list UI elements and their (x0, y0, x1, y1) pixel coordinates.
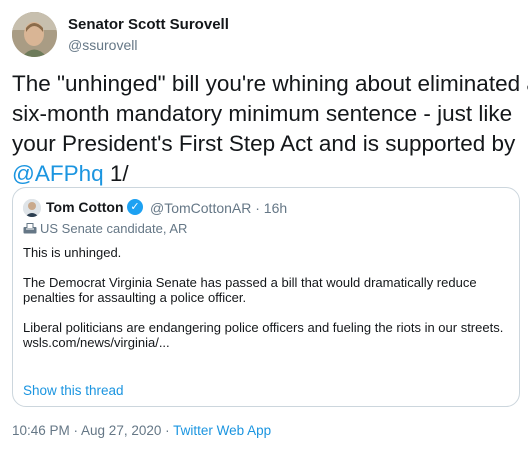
tweet-card: Senator Scott Surovell @ssurovell The "u… (0, 0, 528, 449)
quote-author-handle[interactable]: @TomCottonAR · 16h (150, 200, 287, 216)
tweet-text-line: six-month mandatory minimum sentence - j… (12, 101, 513, 126)
quote-author-avatar[interactable] (23, 199, 41, 217)
avatar-photo-icon (23, 199, 41, 217)
mention-link[interactable]: @AFPhq (12, 161, 104, 186)
tweet-text: The "unhinged" bill you're whining about… (12, 69, 528, 189)
quote-paragraph: Liberal politicians are endangering poli… (23, 320, 504, 335)
avatar-photo-icon (12, 12, 57, 57)
show-thread-link[interactable]: Show this thread (23, 383, 124, 398)
author-name[interactable]: Senator Scott Surovell (68, 16, 229, 33)
quoted-tweet[interactable]: Tom Cotton ✓ @TomCottonAR · 16h US Senat… (12, 187, 520, 407)
author-handle[interactable]: @ssurovell (68, 37, 137, 53)
meta-separator: · (161, 423, 174, 438)
candidate-label-text: US Senate candidate, AR (40, 221, 188, 236)
verified-badge-icon: ✓ (127, 199, 143, 215)
tweet-timestamp[interactable]: 10:46 PM · Aug 27, 2020 (12, 423, 161, 438)
candidate-label: US Senate candidate, AR (23, 221, 187, 236)
quote-paragraph: The Democrat Virginia Senate has passed … (23, 275, 477, 305)
quote-text: This is unhinged. The Democrat Virginia … (23, 245, 511, 350)
quote-author-name[interactable]: Tom Cotton (46, 199, 124, 215)
tweet-text-line: The "unhinged" bill you're whining about… (12, 71, 528, 96)
ballot-box-icon (23, 223, 37, 234)
author-avatar[interactable] (12, 12, 57, 57)
tweet-meta: 10:46 PM · Aug 27, 2020 · Twitter Web Ap… (12, 423, 271, 438)
tweet-source-link[interactable]: Twitter Web App (173, 423, 271, 438)
quote-paragraph: This is unhinged. (23, 245, 122, 260)
tweet-text-line: your President's First Step Act and is s… (12, 131, 516, 156)
tweet-text-line-last: @AFPhq 1/ (12, 159, 522, 189)
tweet-text-tail: 1/ (103, 161, 129, 186)
quote-link[interactable]: wsls.com/news/virginia/... (23, 335, 511, 350)
